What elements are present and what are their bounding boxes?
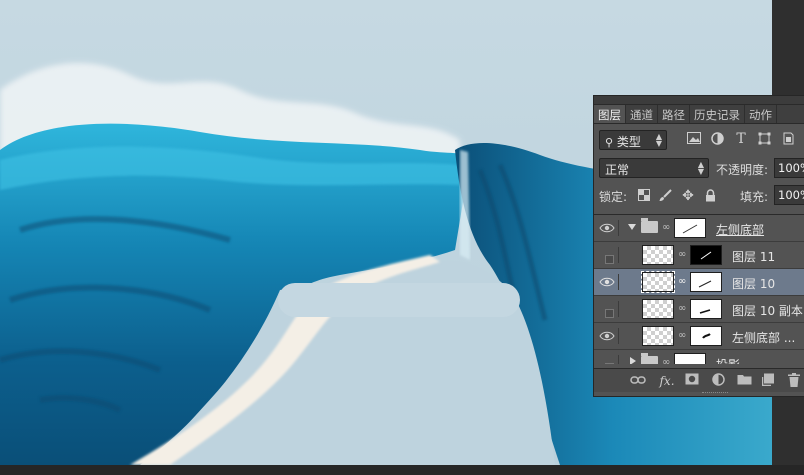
filter-adjustment-icon[interactable] [709,132,725,148]
lock-brush-icon[interactable] [657,189,673,205]
tab-layers[interactable]: 图层 [594,105,626,123]
layer-name[interactable]: 投影 [716,356,740,364]
add-mask-icon[interactable] [684,373,700,389]
layer-mask-thumbnail[interactable] [690,326,722,346]
blend-mode-dropdown[interactable]: 正常 ▲ ▼ [599,158,709,178]
link-chain-icon[interactable]: ∞ [662,222,670,233]
filter-shape-icon[interactable] [756,132,772,148]
lock-move-icon[interactable]: ✥ [680,188,696,204]
filter-smart-object-icon[interactable] [780,132,796,148]
layer-name[interactable]: 图层 10 [732,275,775,292]
new-group-icon[interactable] [736,373,752,389]
filter-type-dropdown[interactable]: ⚲ 类型 ▲ ▼ [599,130,667,150]
filter-pixel-icon[interactable] [686,132,702,148]
layer-row[interactable]: ∞ 图层 11 [594,242,804,269]
lock-label: 锁定: [599,190,628,204]
status-bar [0,465,804,475]
resize-grip[interactable] [702,392,728,395]
layer-thumbnail[interactable] [642,326,674,346]
lock-transparent-icon[interactable] [636,189,652,205]
layer-thumbnail[interactable] [642,245,674,265]
link-layers-icon[interactable] [630,373,646,389]
adjustment-layer-icon[interactable] [710,373,726,389]
panel-footer: fx. [594,368,804,392]
visibility-eye-icon[interactable] [597,328,619,344]
link-chain-icon[interactable]: ∞ [662,357,670,364]
group-mask-thumbnail[interactable] [674,353,706,364]
expand-arrow-icon[interactable] [628,224,636,230]
lock-all-icon[interactable] [702,189,718,205]
layer-row[interactable]: ∞ 图层 10 副本 [594,296,804,323]
hidden-box-icon [605,309,614,318]
layers-panel: 图层 通道 路径 历史记录 动作 ⚲ 类型 ▲▼ T 正常 ▲▼ 不透明度: [593,95,804,397]
link-chain-icon[interactable]: ∞ [678,276,686,287]
layer-name[interactable]: 图层 10 副本 [732,302,803,319]
layer-thumbnail[interactable] [641,271,675,293]
filter-row: ⚲ 类型 ▲ ▼ T [594,127,804,151]
layer-name[interactable]: 图层 11 [732,248,775,265]
filter-text-icon[interactable]: T [733,131,749,147]
fill-label: 填充: [740,190,769,204]
link-chain-icon[interactable]: ∞ [678,330,686,341]
layer-row[interactable]: ∞ 左侧底部 [594,215,804,242]
layer-row[interactable]: ∞ 左侧底部 ... [594,323,804,350]
fill-input[interactable]: 100% [774,185,804,205]
hidden-box-icon [605,363,614,364]
filter-type-label: 类型 [616,135,641,149]
blend-mode-value: 正常 [605,163,630,177]
hidden-box-icon [605,255,614,264]
trash-icon[interactable] [786,373,802,389]
updown-arrows-icon: ▲ ▼ [697,160,704,176]
layer-mask-thumbnail[interactable] [690,299,722,319]
link-chain-icon[interactable]: ∞ [678,303,686,314]
layer-name[interactable]: 左侧底部 [716,221,764,238]
opacity-label: 不透明度: [716,163,769,177]
layer-mask-thumbnail[interactable] [690,245,722,265]
layer-row[interactable]: ∞ 投影 [594,350,804,364]
blend-row: 正常 ▲▼ 不透明度: 100% [594,156,804,182]
visibility-eye-icon[interactable] [597,220,619,236]
new-layer-icon[interactable] [760,373,776,389]
visibility-toggle[interactable] [597,247,619,264]
opacity-input[interactable]: 100% [774,158,804,178]
panel-grip[interactable] [594,96,804,105]
collapse-arrow-icon[interactable] [630,357,636,364]
group-mask-thumbnail[interactable] [674,218,706,238]
layer-mask-thumbnail[interactable] [690,272,722,292]
tab-channels[interactable]: 通道 [626,105,658,123]
visibility-eye-icon[interactable] [597,274,619,290]
panel-tabs: 图层 通道 路径 历史记录 动作 [594,105,804,124]
search-icon: ⚲ [605,136,614,149]
tab-actions[interactable]: 动作 [745,105,777,123]
folder-icon [641,353,658,364]
tab-history[interactable]: 历史记录 [690,105,745,123]
link-chain-icon[interactable]: ∞ [678,249,686,260]
visibility-toggle[interactable] [597,355,619,364]
lock-row: 锁定: ✥ 填充: 100% [594,184,804,208]
layer-name[interactable]: 左侧底部 ... [732,329,795,346]
fx-icon[interactable]: fx. [656,373,678,389]
layer-thumbnail[interactable] [642,299,674,319]
updown-arrows-icon: ▲ ▼ [655,132,662,148]
tab-paths[interactable]: 路径 [658,105,690,123]
visibility-toggle[interactable] [597,301,619,318]
layers-list: ∞ 左侧底部 ∞ 图层 11 ∞ 图层 10 ∞ 图层 10 副本 ∞ 左侧底部… [594,214,804,364]
folder-icon [641,218,658,233]
layer-row-selected[interactable]: ∞ 图层 10 [594,269,804,296]
